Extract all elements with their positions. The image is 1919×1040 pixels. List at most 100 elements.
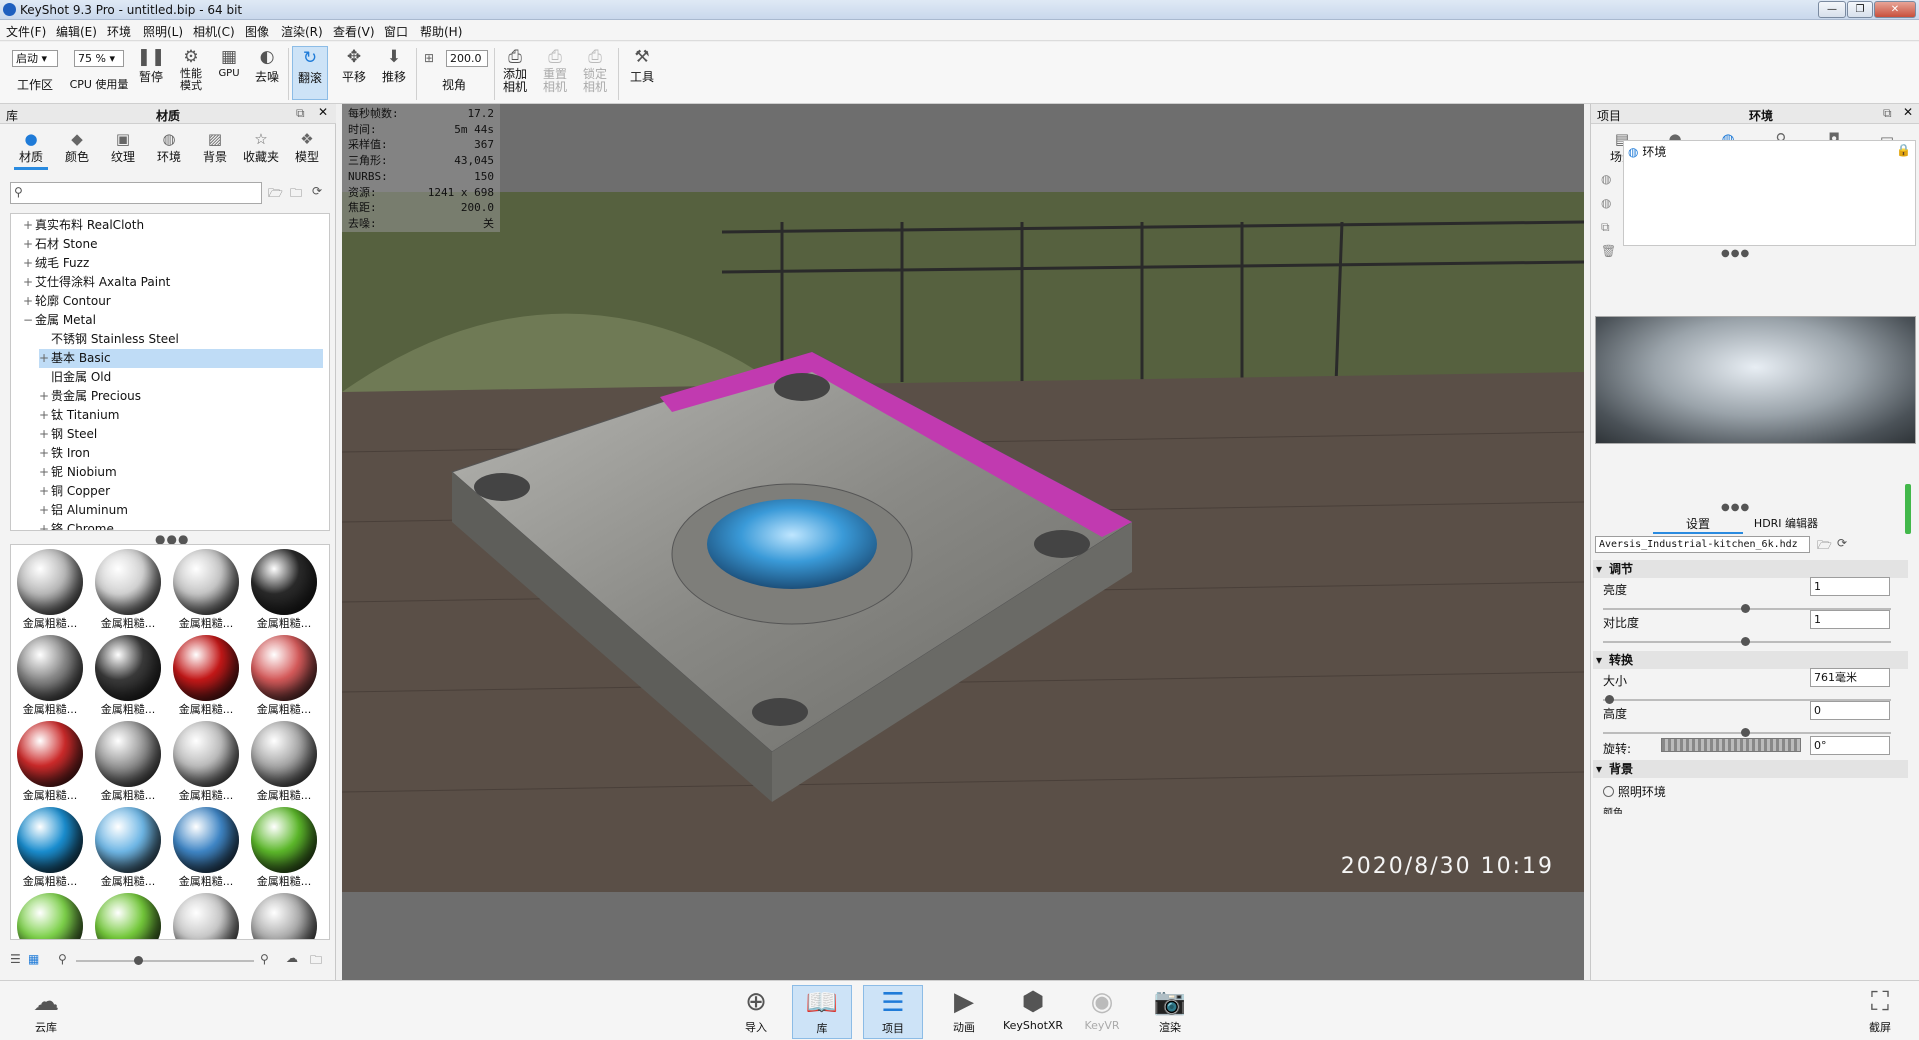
tab-textures[interactable]: ▣ 纹理 (102, 130, 144, 165)
expand-icon[interactable]: + (39, 501, 51, 520)
tab-environments[interactable]: ◍ 环境 (148, 130, 190, 165)
expand-icon[interactable]: + (23, 216, 35, 235)
tab-favorites[interactable]: ☆ 收藏夹 (240, 130, 282, 165)
duplicate-environment-icon[interactable]: ◍ (1601, 196, 1611, 210)
expand-icon[interactable]: + (39, 349, 51, 368)
list-view-icon[interactable]: ☰ (10, 952, 21, 966)
tree-item[interactable]: − 金属 Metal (23, 311, 323, 330)
menu-window[interactable]: 窗口 (384, 23, 408, 40)
material-thumbnail[interactable]: 金属粗糙... (13, 805, 87, 889)
tree-item[interactable]: + 石材 Stone (23, 235, 323, 254)
menu-render[interactable]: 渲染(R) (281, 23, 323, 40)
contrast-slider[interactable] (1603, 637, 1891, 646)
slider-knob[interactable] (1741, 728, 1750, 737)
hdri-file-input[interactable]: Aversis_Industrial-kitchen_6k.hdz (1595, 536, 1810, 553)
menu-environment[interactable]: 环境 (107, 23, 131, 40)
expand-icon[interactable]: + (39, 444, 51, 463)
menu-image[interactable]: 图像 (245, 23, 269, 40)
reset-camera-button[interactable]: ⎙ 重置 相机 (540, 46, 570, 94)
height-slider[interactable] (1603, 728, 1891, 737)
refresh-icon[interactable]: ⟳ (312, 184, 322, 198)
float-icon[interactable]: ⧉ (1883, 106, 1892, 121)
scrollbar-indicator[interactable] (1905, 484, 1911, 534)
add-environment-icon[interactable]: ◍ (1601, 172, 1611, 186)
tab-hdri-editor[interactable]: HDRI 编辑器 (1741, 515, 1831, 531)
menu-edit[interactable]: 编辑(E) (56, 23, 97, 40)
refresh-icon[interactable]: ⟳ (1837, 536, 1847, 550)
export-folder-icon[interactable]: 🗀 (310, 951, 322, 972)
expand-icon[interactable]: + (23, 292, 35, 311)
performance-mode-button[interactable]: ⚙ 性能 模式 (176, 46, 206, 92)
expand-icon[interactable]: + (39, 387, 51, 406)
expand-icon[interactable]: + (39, 406, 51, 425)
slider-knob[interactable] (1741, 637, 1750, 646)
library-button[interactable]: 📖 库 (792, 985, 852, 1039)
zoom-in-icon[interactable]: ⚲ (260, 952, 269, 966)
close-panel-icon[interactable]: ✕ (1903, 105, 1913, 119)
material-thumbnail[interactable]: 金属粗糙... (169, 805, 243, 889)
menu-file[interactable]: 文件(F) (6, 23, 46, 40)
import-button[interactable]: ⊕ 导入 (726, 985, 786, 1035)
grid-view-icon[interactable]: ▦ (28, 952, 39, 966)
slider-knob[interactable] (1605, 695, 1614, 704)
expand-icon[interactable]: + (23, 254, 35, 273)
tab-materials[interactable]: ● 材质 (10, 130, 52, 170)
tree-item[interactable]: + 铌 Niobium (39, 463, 323, 482)
thumbnail-size-slider[interactable] (76, 956, 254, 965)
tree-item[interactable]: + 铜 Copper (39, 482, 323, 501)
material-thumbnail[interactable]: 金属粗糙... (13, 719, 87, 803)
expand-icon[interactable]: + (23, 273, 35, 292)
render-button[interactable]: 📷 渲染 (1140, 985, 1200, 1035)
cpu-usage-select[interactable]: 75 % ▾ (74, 50, 124, 67)
screenshot-button[interactable]: ⛶ 截屏 (1850, 985, 1910, 1035)
animation-button[interactable]: ▶ 动画 (934, 985, 994, 1035)
delete-icon[interactable]: 🗑 (1601, 244, 1616, 258)
bg-lighting-option[interactable]: 照明环境 (1603, 783, 1666, 800)
expand-icon[interactable]: + (39, 520, 51, 530)
size-input[interactable]: 761毫米 (1810, 668, 1890, 687)
contrast-input[interactable]: 1 (1810, 610, 1890, 629)
material-thumbnail[interactable]: 金属粗糙... (247, 719, 321, 803)
brightness-input[interactable]: 1 (1810, 577, 1890, 596)
tree-item[interactable]: + 基本 Basic (39, 349, 323, 368)
expand-icon[interactable]: + (23, 235, 35, 254)
dolly-button[interactable]: ⬇ 推移 (378, 46, 410, 85)
tree-item[interactable]: 不锈钢 Stainless Steel (39, 330, 323, 349)
collapse-icon[interactable]: − (23, 311, 35, 330)
render-viewport[interactable]: 每秒帧数: 17.2 时间: 5m 44s 采样值: 367 三角形: 43,045 NURBS… (341, 104, 1585, 980)
tree-item[interactable]: + 钛 Titanium (39, 406, 323, 425)
upload-icon[interactable]: ☁ (286, 951, 298, 965)
tree-item[interactable]: + 真实布料 RealCloth (23, 216, 323, 235)
pause-button[interactable]: ❚❚ 暂停 (136, 46, 166, 85)
float-icon[interactable]: ⧉ (296, 106, 305, 121)
expand-icon[interactable]: + (39, 482, 51, 501)
tab-settings[interactable]: 设置 (1653, 515, 1743, 534)
rotation-dial[interactable] (1661, 738, 1801, 752)
material-thumbnail[interactable]: 金属粗糙... (169, 891, 243, 939)
material-thumbnail[interactable]: 金属粗糙... (247, 633, 321, 717)
rotation-input[interactable]: 0° (1810, 736, 1890, 755)
tree-item[interactable]: + 钢 Steel (39, 425, 323, 444)
tree-item[interactable]: + 贵金属 Precious (39, 387, 323, 406)
menu-lighting[interactable]: 照明(L) (143, 23, 183, 40)
material-thumbnail[interactable]: 金属粗糙... (169, 547, 243, 631)
slider-knob[interactable] (1741, 604, 1750, 613)
material-thumbnail[interactable]: 金属粗糙... (169, 719, 243, 803)
tools-button[interactable]: ⚒ 工具 (626, 46, 658, 85)
maximize-button[interactable]: ❐ (1847, 1, 1873, 18)
gpu-button[interactable]: ▦ GPU (214, 46, 244, 79)
expand-icon[interactable]: + (39, 463, 51, 482)
library-search-input[interactable]: ⚲ (10, 182, 262, 204)
tree-item[interactable]: + 艾仕得涂料 Axalta Paint (23, 273, 323, 292)
fov-input[interactable]: 200.0 (446, 50, 488, 67)
workspace-select[interactable]: 启动 ▾ (12, 50, 58, 67)
tree-item[interactable]: + 铝 Aluminum (39, 501, 323, 520)
material-thumbnail[interactable]: 金属粗糙... (91, 805, 165, 889)
expand-icon[interactable]: + (39, 425, 51, 444)
material-thumbnail[interactable]: 金属粗糙... (247, 891, 321, 939)
menu-help[interactable]: 帮助(H) (420, 23, 462, 40)
menu-camera[interactable]: 相机(C) (193, 23, 235, 40)
folder-add-icon[interactable]: 🗀 (290, 184, 302, 205)
zoom-out-icon[interactable]: ⚲ (58, 952, 67, 966)
denoise-button[interactable]: ◐ 去噪 (252, 46, 282, 85)
